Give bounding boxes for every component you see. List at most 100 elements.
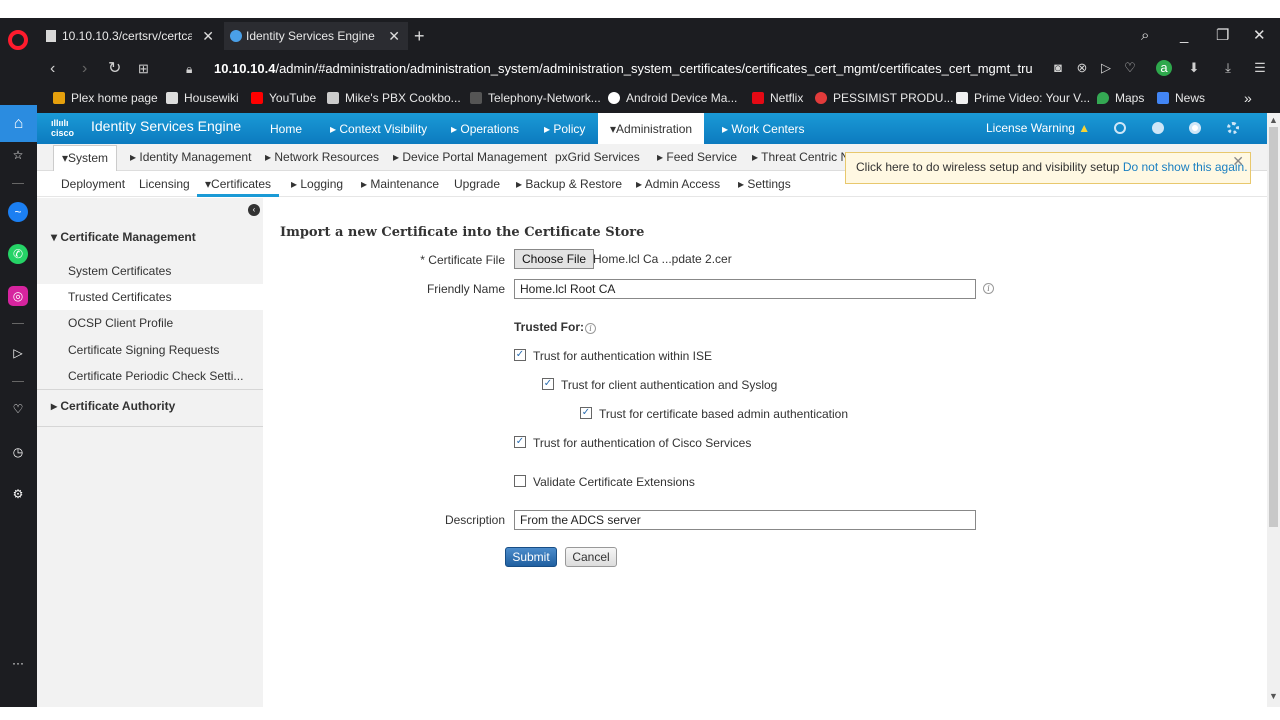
tab-pxgrid[interactable]: pxGrid Services [555,144,640,171]
checkbox-trust-auth-ise[interactable]: ✓ [514,349,526,361]
bookmark-telephony[interactable]: Telephony-Network... [470,86,601,110]
tab-deployment[interactable]: Deployment [61,171,125,197]
tab-backup-restore[interactable]: ▸ Backup & Restore [516,171,622,197]
sidebar-item-periodic-check[interactable]: Certificate Periodic Check Setti... [37,363,263,389]
star-icon[interactable]: ☆ [8,145,28,165]
search-icon[interactable] [1114,122,1126,134]
certificate-authority-heading[interactable]: ▸ Certificate Authority [51,397,175,415]
tab-logging[interactable]: ▸ Logging [291,171,343,197]
bookmark-plex[interactable]: Plex home page [53,86,158,110]
info-icon[interactable]: i [585,323,596,334]
speed-dial-icon[interactable]: ⊞ [138,54,149,84]
collapse-icon[interactable]: ‹ [248,204,260,216]
tab-certificates[interactable]: ▾Certificates [197,171,279,197]
checkbox-label: Trust for authentication within ISE [533,349,712,363]
heart-icon[interactable]: ♡ [8,399,28,419]
bookmark-netflix[interactable]: Netflix [752,86,803,110]
do-not-show-link[interactable]: Do not show this again. [1123,160,1248,174]
checkbox-trust-client-syslog[interactable]: ✓ [542,378,554,390]
bookmark-youtube[interactable]: YouTube [251,86,316,110]
tab-maintenance[interactable]: ▸ Maintenance [361,171,439,197]
tab-close-icon[interactable]: ✕ [202,22,214,50]
nav-context-visibility[interactable]: ▸ Context Visibility [330,113,427,144]
new-tab-button[interactable]: + [414,22,425,50]
bookmark-pessimist[interactable]: PESSIMIST PRODU... [815,86,953,110]
tab-close-icon[interactable]: ✕ [388,22,400,50]
scroll-down-icon[interactable]: ▼ [1269,691,1278,701]
tab-ise[interactable]: Identity Services Engine ✕ [224,22,408,50]
friendly-name-field[interactable]: Home.lcl Root CA [514,279,976,299]
choose-file-button[interactable]: Choose File [514,249,595,269]
scroll-up-icon[interactable]: ▲ [1269,115,1278,125]
settings-icon[interactable]: ⚙ [8,484,28,504]
tab-upgrade[interactable]: Upgrade [454,171,500,197]
extension-icon[interactable]: a [1156,60,1172,76]
more-bookmarks-icon[interactable]: » [1244,86,1252,110]
send-icon[interactable]: ▷ [1098,60,1114,76]
bookmark-prime[interactable]: Prime Video: Your V... [956,86,1090,110]
messenger-icon[interactable]: ~ [8,202,28,222]
sidebar-item-ocsp-client-profile[interactable]: OCSP Client Profile [37,310,263,336]
whatsapp-icon[interactable]: ✆ [8,244,28,264]
camera-icon[interactable]: ◙ [1050,60,1066,76]
gear-icon[interactable] [1227,122,1239,134]
tab-network-resources[interactable]: ▸ Network Resources [265,144,379,171]
opera-logo-icon[interactable] [8,30,28,50]
nav-home[interactable]: Home [270,113,302,144]
tab-certsrv[interactable]: 10.10.10.3/certsrv/certcarc ✕ [40,22,222,50]
page-scrollbar[interactable]: ▲ ▼ [1267,113,1280,707]
close-icon[interactable]: ✕ [1232,147,1244,175]
submit-button[interactable]: Submit [505,547,557,567]
tab-settings[interactable]: ▸ Settings [738,171,791,197]
block-icon[interactable]: ⊗ [1074,60,1090,76]
cancel-button[interactable]: Cancel [565,547,617,567]
checkbox-validate-extensions[interactable] [514,475,526,487]
home-icon[interactable]: ⌂ [0,105,37,142]
back-icon[interactable]: ‹ [50,54,55,84]
scroll-thumb[interactable] [1269,127,1278,527]
bookmark-housewiki[interactable]: Housewiki [166,86,239,110]
downloads-icon[interactable]: ⤓ [1220,60,1236,76]
nav-policy[interactable]: ▸ Policy [544,113,585,144]
certificate-management-heading[interactable]: ▾ Certificate Management [51,228,196,246]
forward-icon[interactable]: › [82,54,87,84]
admin-icon[interactable] [1189,122,1201,134]
checkbox-trust-cisco-services[interactable]: ✓ [514,436,526,448]
tab-licensing[interactable]: Licensing [139,171,190,197]
sidebar-item-system-certificates[interactable]: System Certificates [37,258,263,284]
minimize-button[interactable]: _ [1180,22,1188,50]
search-tabs-icon[interactable]: ⌕ [1141,22,1149,50]
nav-administration[interactable]: ▾Administration [598,113,705,144]
easy-setup-icon[interactable]: ☰ [1252,60,1268,76]
instagram-icon[interactable]: ◎ [8,286,28,306]
flow-icon[interactable]: ▷ [8,343,28,363]
close-window-button[interactable]: ✕ [1253,22,1266,50]
tab-admin-access[interactable]: ▸ Admin Access [636,171,720,197]
sidebar-item-csr[interactable]: Certificate Signing Requests [37,337,263,363]
url-field[interactable]: 10.10.10.4/admin/#administration/adminis… [214,54,1044,84]
bookmark-android[interactable]: Android Device Ma... [608,86,737,110]
tab-system[interactable]: ▾System [53,145,118,173]
setup-tooltip[interactable]: Click here to do wireless setup and visi… [845,152,1251,184]
checkbox-trust-admin-auth[interactable]: ✓ [580,407,592,419]
more-icon[interactable]: ··· [8,653,28,673]
history-icon[interactable]: ◷ [8,442,28,462]
license-warning[interactable]: License Warning ▲ [986,113,1090,143]
nav-operations[interactable]: ▸ Operations [451,113,519,144]
download-arrow-icon[interactable]: ⬇ [1186,60,1202,76]
sidebar-item-trusted-certificates[interactable]: Trusted Certificates [37,284,263,310]
bookmark-pbx[interactable]: Mike's PBX Cookbo... [327,86,461,110]
restore-button[interactable]: ❐ [1216,22,1229,50]
bookmark-maps[interactable]: Maps [1097,86,1144,110]
tab-threat-centric[interactable]: ▸ Threat Centric NA [752,144,857,171]
tab-feed-service[interactable]: ▸ Feed Service [657,144,737,171]
info-icon[interactable]: i [983,283,994,294]
bookmark-news[interactable]: News [1157,86,1205,110]
description-field[interactable]: From the ADCS server [514,510,976,530]
reload-icon[interactable]: ↻ [108,54,121,84]
tab-identity-management[interactable]: ▸ Identity Management [130,144,251,171]
heart-icon[interactable]: ♡ [1122,60,1138,76]
tab-device-portal[interactable]: ▸ Device Portal Management [393,144,547,171]
help-icon[interactable] [1152,122,1164,134]
nav-work-centers[interactable]: ▸ Work Centers [722,113,805,144]
